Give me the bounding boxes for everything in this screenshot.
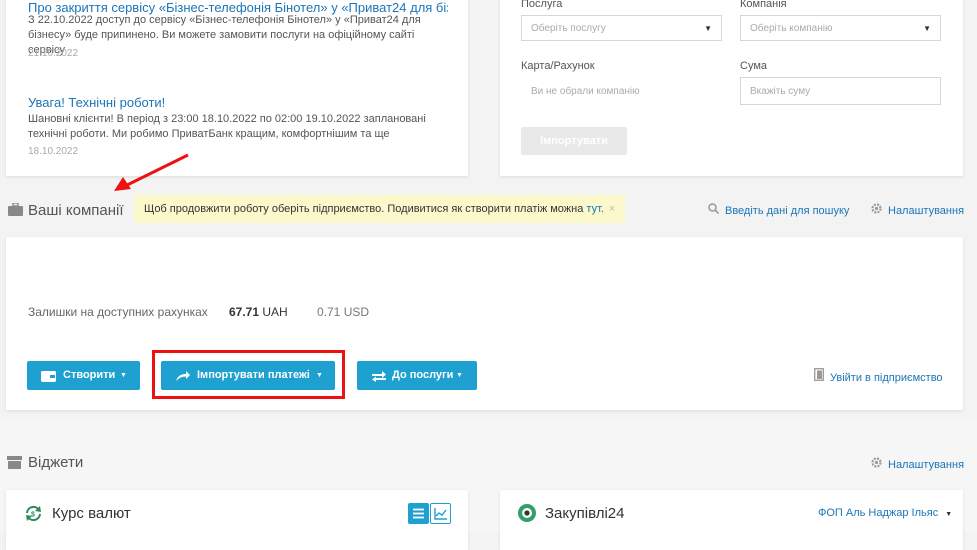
companies-title: Ваші компанії bbox=[28, 202, 124, 219]
procurement-company-select[interactable]: ФОП Аль Наджар Ільяс ▼ bbox=[818, 507, 952, 519]
list-icon bbox=[413, 508, 424, 519]
balance-uah-currency: UAH bbox=[262, 305, 288, 319]
account-label: Карта/Рахунок bbox=[521, 60, 595, 72]
procurement-company-label: ФОП Аль Наджар Ільяс bbox=[818, 507, 939, 519]
create-button[interactable]: Створити ▼ bbox=[27, 361, 140, 390]
chevron-down-icon: ▼ bbox=[945, 511, 953, 518]
account-value: Ви не обрали компанію bbox=[531, 86, 640, 97]
widgets-settings-link[interactable]: Налаштування bbox=[871, 457, 964, 471]
widgets-icon bbox=[7, 456, 22, 469]
company-select-placeholder: Оберіть компанію bbox=[750, 23, 833, 34]
currency-widget: $ Курс валют bbox=[6, 490, 468, 550]
balance-uah-amount: 67.71 bbox=[229, 305, 260, 319]
currency-title: Курс валют bbox=[52, 505, 131, 522]
hint-link[interactable]: тут. bbox=[586, 203, 604, 215]
search-link-label: Введіть дані для пошуку bbox=[725, 205, 850, 217]
import-highlight-box bbox=[152, 350, 345, 399]
balance-usd: 0.71 USD bbox=[317, 305, 370, 319]
svg-text:$: $ bbox=[31, 512, 35, 519]
service-select[interactable]: Оберіть послугу ▼ bbox=[521, 15, 722, 41]
procurement-widget: Закупівлі24 ФОП Аль Наджар Ільяс ▼ bbox=[500, 490, 963, 550]
amount-label: Сума bbox=[740, 60, 768, 72]
news-card: Про закриття сервісу «Бізнес-телефонія Б… bbox=[6, 0, 468, 176]
companies-card: Залишки на доступних рахунках 67.71 UAH … bbox=[6, 237, 963, 410]
login-enterprise-label: Увійти в підприємство bbox=[830, 372, 943, 384]
swap-arrows-icon bbox=[371, 361, 387, 390]
chevron-down-icon: ▼ bbox=[120, 372, 127, 379]
login-enterprise-link[interactable]: Увійти в підприємство bbox=[814, 368, 943, 384]
news-text-2: Шановні клієнти! В період з 23:00 18.10.… bbox=[28, 113, 426, 140]
wallet-icon bbox=[41, 361, 56, 390]
procurement-title: Закупівлі24 bbox=[545, 505, 625, 522]
briefcase-icon bbox=[8, 202, 23, 216]
to-services-label: До послуги bbox=[392, 369, 454, 381]
hint-tooltip: Щоб продовжити роботу оберіть підприємст… bbox=[134, 195, 625, 223]
companies-settings-link[interactable]: Налаштування bbox=[871, 203, 964, 217]
create-button-label: Створити bbox=[63, 369, 116, 381]
procurement-logo-icon bbox=[517, 503, 537, 528]
widgets-title: Віджети bbox=[28, 454, 84, 471]
search-icon bbox=[708, 203, 720, 217]
to-services-button[interactable]: До послуги ▼ bbox=[357, 361, 477, 390]
service-select-placeholder: Оберіть послугу bbox=[531, 23, 606, 34]
close-icon[interactable]: × bbox=[609, 195, 615, 223]
list-view-toggle[interactable] bbox=[408, 503, 429, 524]
balance-uah: 67.71 UAH bbox=[229, 305, 288, 319]
chart-icon bbox=[434, 508, 447, 520]
door-icon bbox=[814, 368, 824, 384]
news-date-2: 18.10.2022 bbox=[28, 146, 79, 157]
balance-label: Залишки на доступних рахунках bbox=[28, 305, 208, 319]
red-arrow-annotation bbox=[114, 153, 189, 191]
gear-icon bbox=[871, 203, 882, 217]
amount-input-placeholder: Вкажіть суму bbox=[750, 86, 811, 97]
import-form-card: Послуга Оберіть послугу ▼ Компанія Обері… bbox=[500, 0, 963, 176]
service-label: Послуга bbox=[521, 0, 563, 10]
chevron-down-icon: ▼ bbox=[704, 24, 712, 33]
company-select[interactable]: Оберіть компанію ▼ bbox=[740, 15, 941, 41]
news-date-1: 21.10.2022 bbox=[28, 48, 79, 59]
chevron-down-icon: ▼ bbox=[923, 24, 931, 33]
hint-text: Щоб продовжити роботу оберіть підприємст… bbox=[144, 203, 584, 215]
companies-settings-label: Налаштування bbox=[888, 205, 965, 217]
search-link[interactable]: Введіть дані для пошуку bbox=[708, 203, 849, 217]
amount-input[interactable]: Вкажіть суму bbox=[740, 77, 941, 105]
chevron-down-icon: ▼ bbox=[456, 372, 463, 379]
news-text-1: З 22.10.2022 доступ до сервісу «Бізнес-т… bbox=[28, 14, 421, 56]
widgets-settings-label: Налаштування bbox=[888, 459, 965, 471]
news-title-2[interactable]: Увага! Технічні роботи! bbox=[28, 95, 448, 110]
gear-icon bbox=[871, 457, 882, 471]
currency-exchange-icon: $ bbox=[24, 504, 43, 528]
chart-view-toggle[interactable] bbox=[430, 503, 451, 524]
company-label: Компанія bbox=[740, 0, 787, 10]
import-submit-button[interactable]: Імпортувати bbox=[521, 127, 627, 155]
